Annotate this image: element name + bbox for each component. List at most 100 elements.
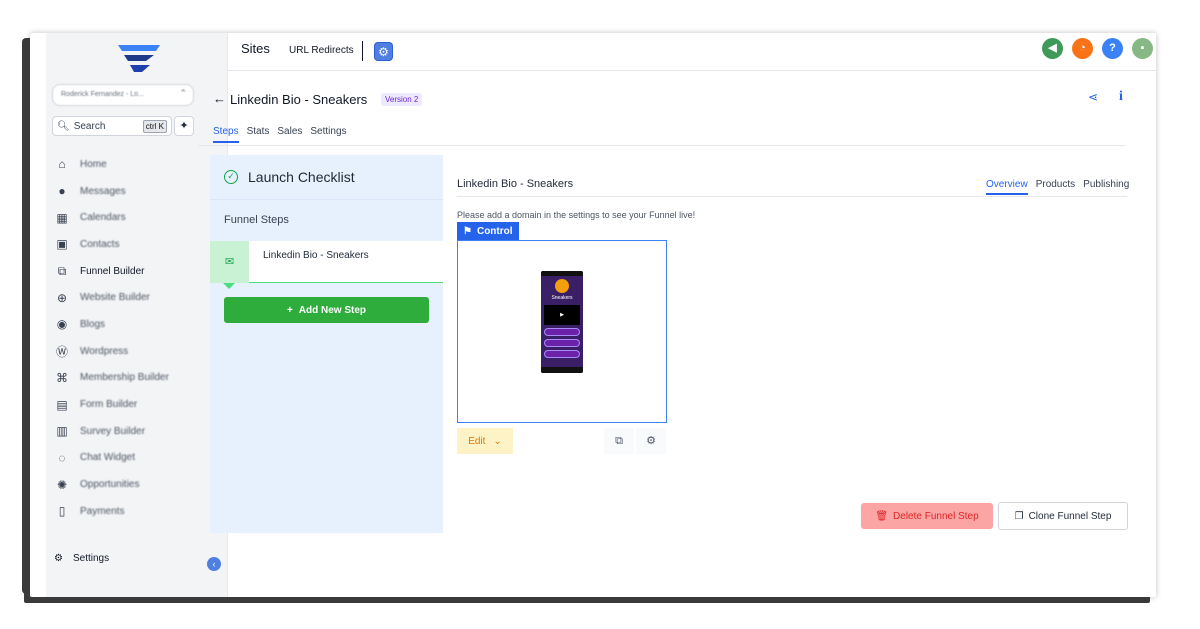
edit-button[interactable]: Edit ⌄ <box>457 428 513 454</box>
sidebar-item-website-builder[interactable]: ⊕ Website Builder <box>54 284 214 311</box>
preview-video: ▶ <box>544 305 580 325</box>
preview-heading: Sneakers <box>551 295 573 301</box>
sidebar-item-form-builder[interactable]: ▤ Form Builder <box>54 391 214 418</box>
sidebar-item-chat-widget[interactable]: ◌ Chat Widget <box>54 445 214 472</box>
sidebar-item-settings[interactable]: ⚙ Settings <box>54 553 109 564</box>
sidebar-item-messages[interactable]: ● Messages <box>54 178 214 205</box>
notification-bell-icon[interactable]: ◔ <box>1072 38 1093 59</box>
funnel-tabs: Steps Stats Sales Settings <box>213 126 347 143</box>
announcement-icon[interactable]: ◀ <box>1042 38 1063 59</box>
page-preview[interactable]: Sneakers ▶ <box>457 240 667 423</box>
sidebar-item-label: Blogs <box>80 318 106 330</box>
sidebar: Roderick Fernandez - Lo... ⌃ 🔍︎ Search c… <box>46 33 228 597</box>
flag-icon: ⚑ <box>463 225 472 237</box>
search-placeholder: Search <box>73 120 106 132</box>
sidebar-item-label: Wordpress <box>80 345 129 357</box>
sidebar-item-blogs[interactable]: ◉ Blogs <box>54 311 214 338</box>
help-icon[interactable]: ? <box>1102 38 1123 59</box>
preview-avatar <box>555 279 569 293</box>
chat-widget-icon: ◌ <box>58 450 66 465</box>
plus-icon: + <box>286 304 293 316</box>
edit-label: Edit <box>468 435 486 447</box>
list-item[interactable]: ✉ Linkedin Bio - Sneakers <box>210 241 443 289</box>
collapse-sidebar-icon[interactable]: ‹ <box>207 557 221 571</box>
location-selector[interactable]: Roderick Fernandez - Lo... ⌃ <box>52 84 194 106</box>
sidebar-item-wordpress[interactable]: Ⓦ Wordpress <box>54 338 214 365</box>
sidebar-item-calendars[interactable]: ▦ Calendars <box>54 204 214 231</box>
sidebar-item-funnel-builder[interactable]: ⧉ Funnel Builder <box>54 258 214 285</box>
version-badge: Version 2 <box>381 93 423 106</box>
quick-action-bolt-icon[interactable]: ✦ <box>174 116 194 136</box>
sidebar-item-label: Home <box>80 158 107 170</box>
sidebar-item-opportunities[interactable]: ✺ Opportunities <box>54 471 214 498</box>
sidebar-item-payments[interactable]: ▯ Payments <box>54 498 214 525</box>
selected-indicator <box>223 283 235 289</box>
divider <box>210 199 443 200</box>
funnel-steps-heading: Funnel Steps <box>224 214 289 226</box>
preview-link-button <box>544 339 580 347</box>
trash-icon: 🗑︎ <box>875 510 889 522</box>
blog-icon: ◉ <box>56 317 68 332</box>
shortcut-badge: ctrl K <box>142 119 167 133</box>
tab-stats[interactable]: Stats <box>247 126 270 143</box>
delete-label: Delete Funnel Step <box>893 510 979 522</box>
url-redirects-link[interactable]: URL Redirects <box>289 45 354 56</box>
divider <box>362 41 363 61</box>
opportunities-icon: ✺ <box>56 477 68 492</box>
payments-icon: ▯ <box>58 504 66 519</box>
sidebar-nav: ⌂ Home ● Messages ▦ Calendars ▣ Contacts ⧉ Fu… <box>54 151 214 525</box>
funnel-builder-icon: ⧉ <box>57 263 67 278</box>
chevron-updown-icon: ⌃ <box>179 88 187 98</box>
form-icon: ▤ <box>56 397 68 412</box>
tab-steps[interactable]: Steps <box>213 126 239 143</box>
step-settings-gear-icon[interactable]: ⚙ <box>636 428 666 454</box>
site-settings-gear-icon[interactable]: ⚙ <box>374 42 393 61</box>
avatar[interactable]: ▪ <box>1132 38 1153 59</box>
survey-icon: ▥ <box>56 424 68 439</box>
sidebar-item-label: Contacts <box>80 238 120 250</box>
sidebar-item-home[interactable]: ⌂ Home <box>54 151 214 178</box>
sidebar-item-label: Form Builder <box>80 399 138 411</box>
steps-panel: ✓ Launch Checklist Funnel Steps ✉ Linked… <box>210 155 443 533</box>
divider <box>198 145 1126 146</box>
back-arrow-icon[interactable]: ← <box>213 91 226 106</box>
clone-label: Clone Funnel Step <box>1028 510 1112 522</box>
sidebar-item-label: Opportunities <box>80 479 140 491</box>
sidebar-item-label: Funnel Builder <box>80 265 145 277</box>
open-external-icon[interactable]: ⧉ <box>604 428 634 454</box>
step-title: Linkedin Bio - Sneakers <box>457 178 574 190</box>
search-input[interactable]: 🔍︎ Search ctrl K <box>52 116 172 136</box>
chevron-down-icon: ⌄ <box>493 435 502 447</box>
membership-icon: ⌘ <box>56 370 68 385</box>
sidebar-item-label: Settings <box>72 553 110 564</box>
share-icon[interactable]: ⋖ <box>1088 90 1098 104</box>
tab-settings[interactable]: Settings <box>310 126 346 143</box>
funnel-title: Linkedin Bio - Sneakers <box>230 92 368 107</box>
add-new-step-button[interactable]: + Add New Step <box>224 297 429 323</box>
sidebar-item-membership-builder[interactable]: ⌘ Membership Builder <box>54 365 214 392</box>
sidebar-item-contacts[interactable]: ▣ Contacts <box>54 231 214 258</box>
divider <box>457 196 1127 197</box>
location-selector-label: Roderick Fernandez - Lo... <box>61 91 144 98</box>
tab-products[interactable]: Products <box>1036 179 1075 195</box>
tab-publishing[interactable]: Publishing <box>1083 179 1129 195</box>
phone-preview-thumbnail: Sneakers ▶ <box>541 271 583 373</box>
info-icon[interactable]: i <box>1119 89 1123 105</box>
tab-sales[interactable]: Sales <box>277 126 302 143</box>
check-circle-icon: ✓ <box>224 170 238 184</box>
launch-checklist[interactable]: ✓ Launch Checklist <box>224 169 355 185</box>
copy-icon: ❐ <box>1014 510 1024 522</box>
preview-link-button <box>544 328 580 336</box>
sidebar-item-label: Membership Builder <box>80 372 169 384</box>
delete-funnel-step-button[interactable]: 🗑︎ Delete Funnel Step <box>861 503 993 529</box>
sidebar-item-label: Website Builder <box>80 292 150 304</box>
contact-card-icon: ▣ <box>56 237 68 252</box>
phone-footer <box>541 367 583 373</box>
top-bar: Sites URL Redirects ⚙ ◀ ◔ ? ▪ <box>228 33 1156 71</box>
tab-overview[interactable]: Overview <box>986 179 1028 195</box>
step-tabs: Overview Products Publishing <box>986 179 1129 195</box>
sidebar-item-survey-builder[interactable]: ▥ Survey Builder <box>54 418 214 445</box>
launch-checklist-label: Launch Checklist <box>248 169 355 185</box>
gear-icon: ⚙ <box>54 553 63 564</box>
clone-funnel-step-button[interactable]: ❐ Clone Funnel Step <box>998 502 1128 530</box>
